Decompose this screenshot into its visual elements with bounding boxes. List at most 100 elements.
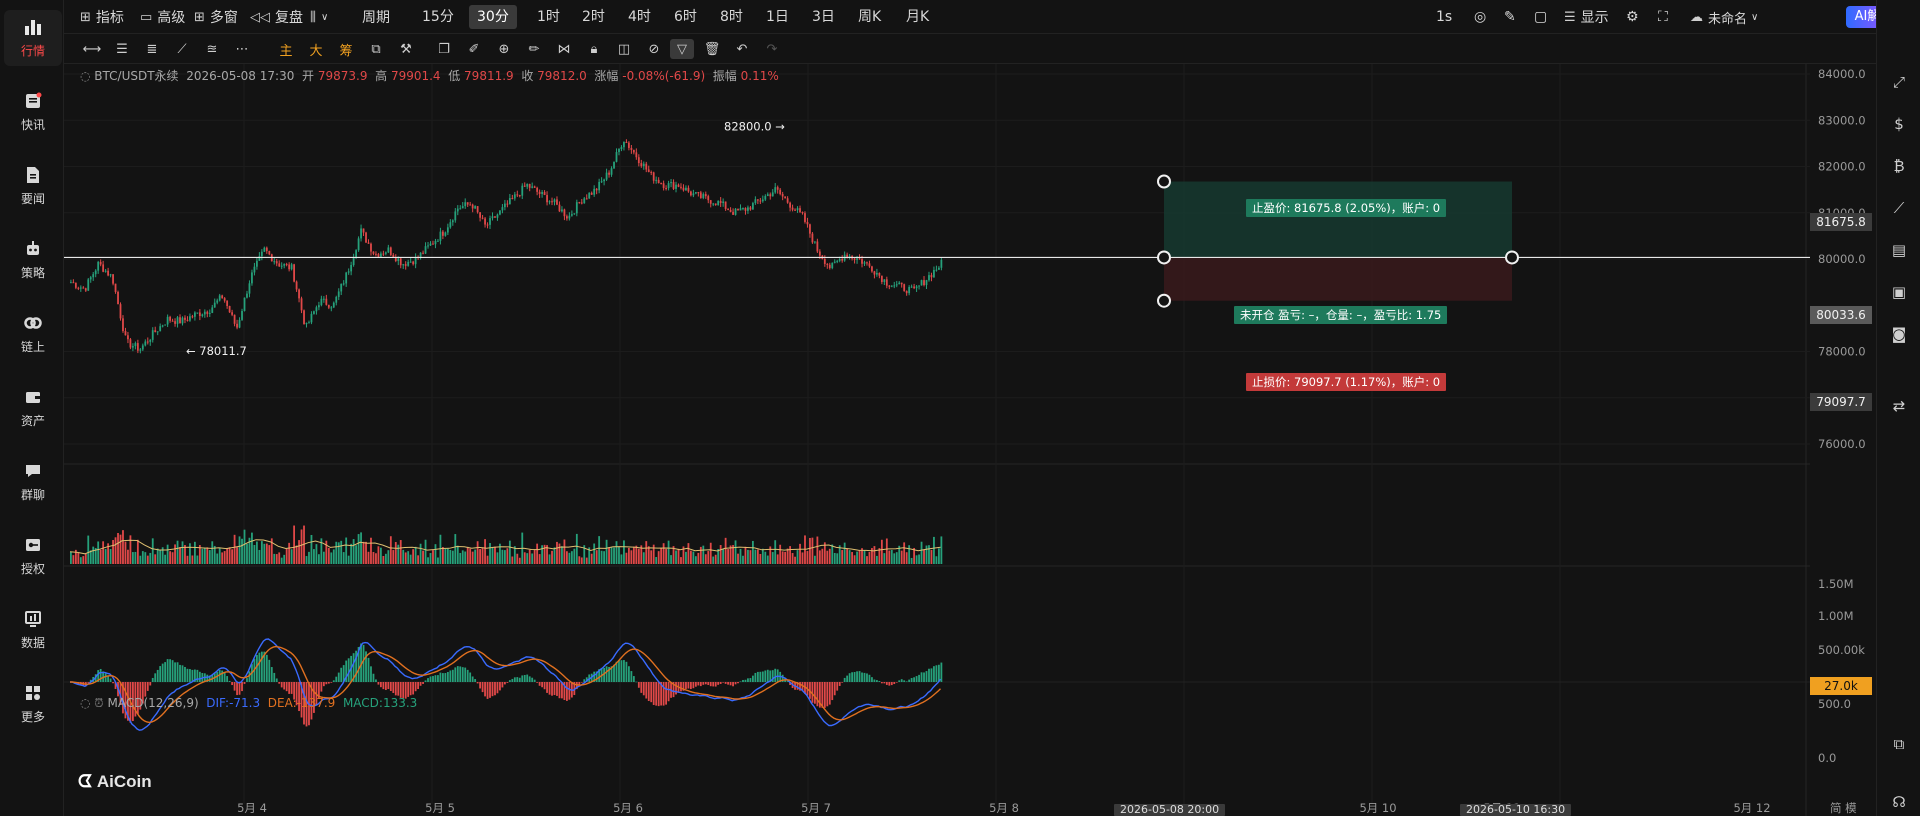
sidebar-item-data[interactable]: 数据: [4, 602, 62, 658]
display-button[interactable]: ☰ 显示: [1564, 0, 1609, 34]
volume-bar: [868, 551, 871, 564]
exchange-icon[interactable]: ⇄: [1887, 394, 1911, 418]
collapse-icon[interactable]: ◌: [80, 696, 94, 710]
period-month[interactable]: 月K: [898, 5, 937, 29]
ruler-icon[interactable]: ✐: [462, 39, 486, 59]
candle-body: [149, 339, 152, 342]
alarm-icon[interactable]: ⏰︎: [94, 696, 103, 710]
period-2h[interactable]: 2时: [574, 5, 613, 29]
sidebar-item-market[interactable]: 行情: [4, 10, 62, 66]
period-4h[interactable]: 4时: [620, 5, 659, 29]
camera-icon[interactable]: ◎: [1474, 0, 1486, 34]
depth-chart-icon[interactable]: ⟋: [1887, 196, 1911, 220]
advanced-button[interactable]: ▭ 高级: [140, 0, 185, 34]
macd-bar: [553, 682, 556, 696]
chart-style-dropdown[interactable]: ⫼ ∨: [310, 0, 328, 34]
volume-bar: [474, 549, 477, 564]
lock-icon[interactable]: 🔒︎: [582, 39, 606, 59]
channel-tool-icon[interactable]: ≣: [140, 39, 164, 59]
sidebar-item-more[interactable]: 更多: [4, 676, 62, 732]
headset-icon[interactable]: ☊: [1887, 790, 1911, 814]
stop-loss-tag[interactable]: 止损价: 79097.7 (1.17%)，账户: 0: [1246, 373, 1447, 391]
candle-body: [841, 259, 844, 261]
macd-bar: [871, 677, 873, 682]
period-week[interactable]: 周K: [850, 5, 889, 29]
candle-body: [690, 191, 692, 196]
macd-bar: [828, 682, 831, 705]
link-icon[interactable]: ⊘: [642, 39, 666, 59]
multi-window-button[interactable]: ⊞ 多窗: [194, 0, 238, 34]
sidebar-item-strategy[interactable]: 策略: [4, 232, 62, 288]
sidebar-item-onchain[interactable]: 链上: [4, 306, 62, 362]
layout-dropdown[interactable]: ☁ 未命名 ∨: [1690, 0, 1758, 34]
volume-bars: [70, 525, 943, 564]
brush-icon[interactable]: ✏: [522, 39, 546, 59]
note-icon[interactable]: ▢: [1534, 0, 1547, 34]
settings-icon[interactable]: ⚙: [1626, 0, 1639, 34]
volume-bar: [915, 555, 918, 564]
take-profit-tag[interactable]: 止盈价: 81675.8 (2.05%)，账户: 0: [1246, 199, 1447, 217]
sidebar-item-auth[interactable]: 授权: [4, 528, 62, 584]
macd-bar: [645, 682, 648, 699]
volume-bar: [833, 552, 836, 564]
filter-icon[interactable]: ▽: [670, 39, 694, 59]
candle-body: [437, 240, 439, 242]
period-3d[interactable]: 3日: [804, 5, 843, 29]
trend-line-tool-icon[interactable]: ⟋: [170, 39, 194, 59]
period-8h[interactable]: 8时: [712, 5, 751, 29]
undo-icon[interactable]: ↶: [730, 39, 754, 59]
volume-bar: [605, 539, 608, 564]
horizontal-lines-tool-icon[interactable]: ☰: [110, 39, 134, 59]
horizontal-line-tool-icon[interactable]: ⟷: [80, 39, 104, 59]
period-6h[interactable]: 6时: [666, 5, 705, 29]
price-tag-icon[interactable]: $: [1887, 112, 1911, 136]
interval-button[interactable]: 1s: [1436, 0, 1452, 34]
order-tool-icon[interactable]: ⚒: [394, 39, 418, 59]
fullscreen-icon[interactable]: ⛶: [1658, 0, 1668, 34]
big-order-button[interactable]: 大: [304, 39, 328, 59]
volume-bar: [848, 550, 851, 564]
candle-body: [546, 195, 548, 203]
line-chart-icon[interactable]: ⤢: [1887, 70, 1911, 94]
sidebar-item-groupchat[interactable]: 群聊: [4, 454, 62, 510]
macd-bar: [382, 682, 385, 690]
collapse-icon[interactable]: ◌: [80, 69, 94, 83]
main-indicator-button[interactable]: 主: [274, 39, 298, 59]
replay-button[interactable]: ◁◁ 复盘: [250, 0, 303, 34]
period-15m[interactable]: 15分: [414, 5, 462, 29]
candle-body: [662, 183, 665, 188]
robot-icon[interactable]: ◙: [1887, 322, 1911, 346]
sidebar-item-flash[interactable]: 快讯: [4, 84, 62, 140]
copy-trade-icon[interactable]: ⧉: [1887, 732, 1911, 756]
period-1d[interactable]: 1日: [758, 5, 797, 29]
api-icon[interactable]: ▣: [1887, 280, 1911, 304]
trash-icon[interactable]: 🗑︎: [700, 39, 724, 59]
sidebar-item-assets[interactable]: 资产: [4, 380, 62, 436]
chart-box-icon[interactable]: ▤: [1887, 238, 1911, 262]
candle-body: [233, 314, 236, 324]
crosshair-time-tag-2: 2026-05-10 16:30: [1460, 804, 1572, 816]
candle-body: [179, 317, 181, 324]
pencil-icon[interactable]: ✎: [1504, 0, 1516, 34]
indicator-button[interactable]: ⊞ 指标: [80, 0, 124, 34]
crypto-icon[interactable]: ₿: [1887, 154, 1911, 178]
macd-bar: [112, 682, 114, 684]
volume-bar: [268, 545, 271, 564]
copy-icon[interactable]: ❐: [432, 39, 456, 59]
period-1h[interactable]: 1时: [529, 5, 568, 29]
magnet-icon[interactable]: ⋈: [552, 39, 576, 59]
redo-icon[interactable]: ↷: [760, 39, 784, 59]
macd-bar: [332, 680, 335, 682]
position-tag[interactable]: 未开仓 盈亏: –，仓量: –，盈亏比: 1.75: [1234, 306, 1448, 324]
candle-body: [382, 253, 385, 255]
period-menu-button[interactable]: 周期: [362, 0, 390, 34]
fib-tool-icon[interactable]: ≊: [200, 39, 224, 59]
hide-icon[interactable]: ◫: [612, 39, 636, 59]
candle-body: [670, 182, 672, 184]
sidebar-item-headlines[interactable]: 要闻: [4, 158, 62, 214]
period-30m[interactable]: 30分: [469, 5, 517, 29]
compare-icon[interactable]: ⧉: [364, 39, 388, 59]
zoom-in-icon[interactable]: ⊕: [492, 39, 516, 59]
more-tools-icon[interactable]: ⋯: [230, 39, 254, 59]
chip-button[interactable]: 筹: [334, 39, 358, 59]
